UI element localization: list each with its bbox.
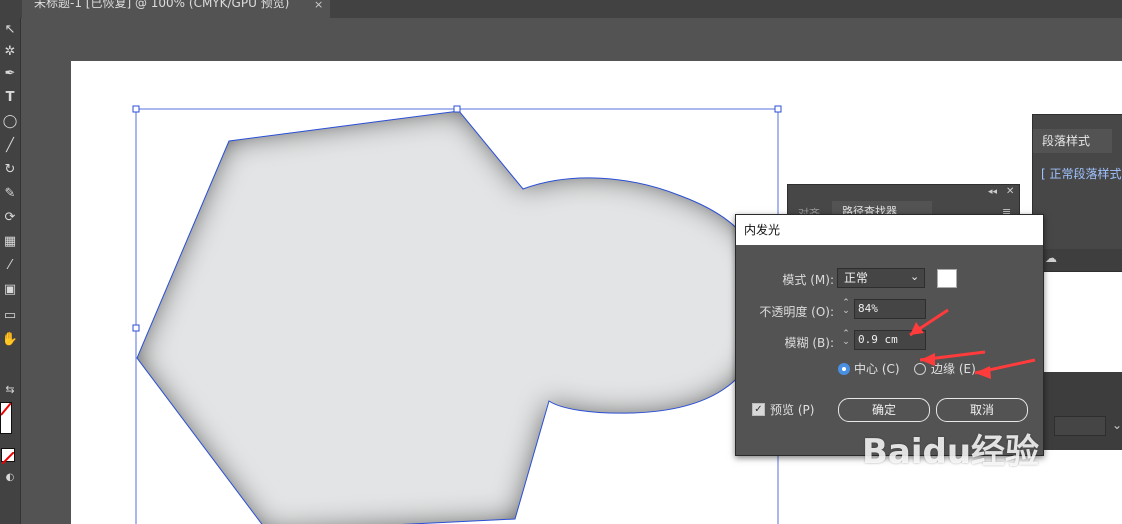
ellipse-tool-icon[interactable]: ◯: [0, 112, 20, 132]
arrow-head: [920, 353, 935, 366]
fill-swatch[interactable]: [0, 402, 12, 434]
drawing-mode-icon[interactable]: ◐: [0, 468, 20, 488]
artboard-tool-icon[interactable]: ▭: [0, 306, 20, 326]
cloud-library-icon[interactable]: ☁: [1045, 251, 1057, 265]
watermark-url: jingyan.baidu.com: [862, 474, 992, 490]
paragraph-styles-panel: 段落样式 [ 正常段落样式 ] ☁: [1032, 114, 1122, 272]
document-tab-title: 未标题-1 [已恢复] @ 100% (CMYK/GPU 预览): [34, 0, 290, 10]
arrow-head: [975, 366, 991, 379]
chevron-down-icon: ⌄: [910, 270, 920, 283]
swap-colors-icon[interactable]: ⇆: [0, 380, 20, 400]
blur-stepper-icon[interactable]: ⌃ ⌄: [839, 330, 853, 347]
tools-panel: ↖ ✲ ✒ T ◯ ╱ ↻ ✎ ⟳ ▦ ⁄ ▣ ▭ ✋ ⇆ ◐: [0, 18, 21, 524]
handle-middle-left[interactable]: [132, 324, 140, 332]
pen-tool-icon[interactable]: ✒: [0, 64, 20, 84]
magic-wand-icon[interactable]: ✲: [0, 42, 20, 62]
close-tab-icon[interactable]: ×: [314, 0, 323, 11]
rotate-tool-icon[interactable]: ⟳: [0, 208, 20, 228]
close-panel-icon[interactable]: ✕: [1006, 186, 1014, 197]
glowing-shape[interactable]: [137, 111, 766, 524]
handle-top-right[interactable]: [774, 105, 782, 113]
eraser-tool-icon[interactable]: ✎: [0, 184, 20, 204]
selection-tool-icon[interactable]: ↖: [0, 20, 20, 40]
annotation-arrows: [909, 308, 1036, 379]
symbol-sprayer-icon[interactable]: ▣: [0, 280, 20, 300]
opacity-label: 不透明度 (O):: [759, 305, 834, 319]
hand-tool-icon[interactable]: ✋: [0, 330, 20, 350]
baidu-watermark: Baidu经验 jingyan.baidu.com: [862, 424, 1062, 524]
none-color-icon[interactable]: [1, 448, 15, 465]
mode-select-value: 正常: [844, 271, 869, 285]
center-radio[interactable]: [838, 363, 850, 375]
handle-top-left[interactable]: [132, 105, 140, 113]
preview-checkbox[interactable]: ✓: [752, 403, 765, 416]
cancel-button[interactable]: 取消: [936, 398, 1028, 422]
type-tool-icon[interactable]: T: [0, 88, 20, 108]
shaper-tool-icon[interactable]: ↻: [0, 160, 20, 180]
mesh-tool-icon[interactable]: ▦: [0, 232, 20, 252]
collapse-panel-icon[interactable]: ◂◂: [988, 187, 997, 197]
watermark-brand: Baidu经验: [862, 432, 1040, 472]
dialog-title: 内发光: [744, 223, 781, 237]
opacity-stepper-icon[interactable]: ⌃ ⌄: [839, 299, 853, 316]
blur-label: 模糊 (B):: [784, 336, 834, 350]
mode-label: 模式 (M):: [782, 273, 834, 287]
preview-label[interactable]: 预览 (P): [770, 401, 814, 418]
glow-color-swatch[interactable]: [937, 269, 957, 288]
opacity-value: 84%: [858, 302, 878, 315]
ok-button[interactable]: 确定: [838, 398, 930, 422]
panel-footer: ☁: [1033, 249, 1122, 271]
document-tab[interactable]: 未标题-1 [已恢复] @ 100% (CMYK/GPU 预览): [22, 0, 330, 18]
brush-tool-icon[interactable]: ╱: [0, 136, 20, 156]
paragraph-style-item[interactable]: [ 正常段落样式 ]: [1041, 165, 1122, 182]
mode-select[interactable]: 正常 ⌄: [837, 268, 925, 288]
eyedropper-tool-icon[interactable]: ⁄: [0, 256, 20, 276]
handle-top-center[interactable]: [453, 105, 461, 113]
dialog-title-bar: 内发光: [736, 215, 1043, 245]
dropdown-chevron-icon[interactable]: ⌄: [1112, 418, 1122, 432]
tab-paragraph-styles[interactable]: 段落样式: [1033, 129, 1112, 153]
